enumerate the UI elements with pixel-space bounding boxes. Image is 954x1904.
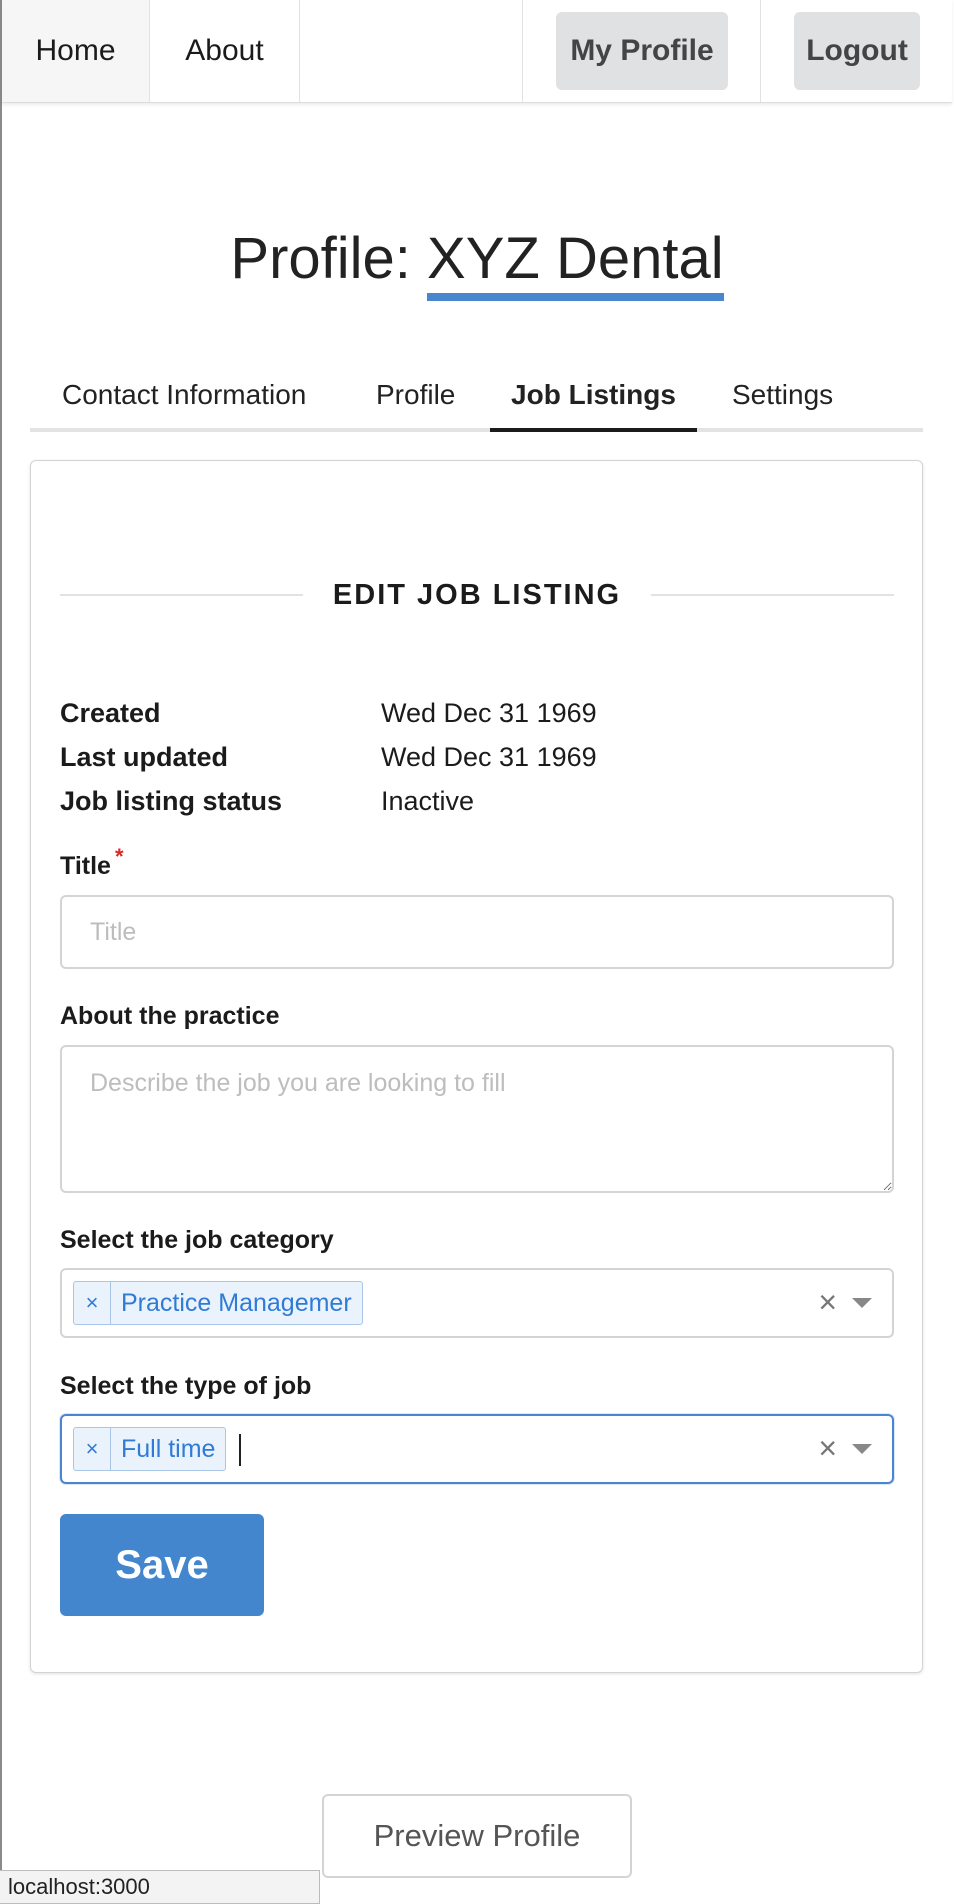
status-label: Job listing status	[60, 786, 283, 816]
title-input[interactable]	[60, 895, 894, 969]
profile-tabs: Contact Information Profile Job Listings…	[30, 362, 923, 432]
clear-icon[interactable]: ×	[818, 1430, 837, 1467]
chip-label: Practice Managemer	[121, 1288, 352, 1317]
type-field-label: Select the type of job	[60, 1372, 312, 1400]
job-category-dropdown[interactable]: × Practice Managemer ×	[60, 1268, 894, 1338]
nav-home[interactable]: Home	[2, 0, 150, 102]
title-field-label: Title *	[60, 844, 124, 881]
page-title-prefix: Profile:	[230, 226, 411, 291]
last-updated-value: Wed Dec 31 1969	[381, 742, 597, 772]
browser-status-bar: localhost:3000	[0, 1870, 320, 1904]
nav-divider	[522, 0, 523, 102]
category-chip: × Practice Managemer	[73, 1281, 363, 1325]
tab-job-listings[interactable]: Job Listings	[490, 362, 697, 432]
about-textarea[interactable]	[60, 1045, 894, 1193]
page-title-name: XYZ Dental	[427, 227, 724, 301]
preview-profile-button[interactable]: Preview Profile	[322, 1794, 632, 1878]
save-button[interactable]: Save	[60, 1514, 264, 1616]
page-title: Profile: XYZ Dental	[0, 225, 954, 301]
tab-profile[interactable]: Profile	[376, 362, 455, 428]
title-label-text: Title	[60, 852, 111, 880]
divider	[651, 594, 894, 596]
status-value: Inactive	[381, 786, 475, 816]
tab-contact-information[interactable]: Contact Information	[62, 362, 306, 428]
my-profile-button[interactable]: My Profile	[556, 12, 728, 90]
type-chip: × Full time	[73, 1427, 227, 1471]
section-header: EDIT JOB LISTING	[60, 570, 894, 620]
logout-button[interactable]: Logout	[794, 12, 920, 90]
chevron-down-icon[interactable]	[852, 1444, 872, 1454]
chip-label: Full time	[121, 1434, 216, 1463]
clear-icon[interactable]: ×	[818, 1284, 837, 1321]
job-type-dropdown[interactable]: × Full time ×	[60, 1414, 894, 1484]
created-value: Wed Dec 31 1969	[381, 698, 597, 728]
remove-chip-icon[interactable]: ×	[74, 1428, 111, 1470]
required-marker: *	[114, 844, 124, 869]
remove-chip-icon[interactable]: ×	[74, 1282, 111, 1324]
about-field-label: About the practice	[60, 1002, 280, 1030]
chevron-down-icon[interactable]	[852, 1298, 872, 1308]
divider	[60, 594, 303, 596]
category-field-label: Select the job category	[60, 1226, 334, 1254]
created-label: Created	[60, 698, 161, 728]
section-title: EDIT JOB LISTING	[332, 578, 622, 611]
text-cursor	[239, 1434, 241, 1466]
nav-divider	[760, 0, 761, 102]
nav-about[interactable]: About	[150, 0, 300, 102]
top-nav: Home About My Profile Logout	[2, 0, 952, 103]
tab-settings[interactable]: Settings	[732, 362, 833, 428]
last-updated-label: Last updated	[60, 742, 229, 772]
